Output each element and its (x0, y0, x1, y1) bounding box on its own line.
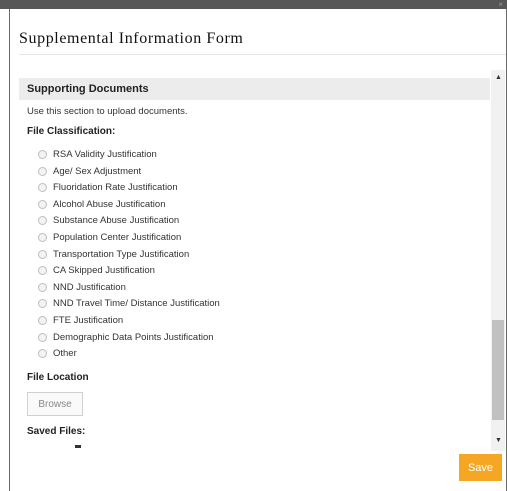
radio-button[interactable] (38, 232, 47, 242)
radio-label: FTE Justification (53, 314, 124, 326)
radio-alcohol-abuse[interactable]: Alcohol Abuse Justification (38, 197, 165, 211)
dialog-left-border (9, 9, 10, 491)
radio-other[interactable]: Other (38, 346, 77, 360)
close-icon[interactable]: × (498, 0, 503, 9)
radio-substance-abuse[interactable]: Substance Abuse Justification (38, 213, 179, 227)
section-header: Supporting Documents (19, 78, 490, 100)
scrollbar-thumb[interactable] (492, 320, 504, 420)
radio-button[interactable] (38, 166, 47, 176)
radio-label: Substance Abuse Justification (53, 214, 180, 226)
radio-button[interactable] (38, 298, 47, 308)
radio-label: CA Skipped Justification (53, 264, 155, 276)
scroll-up-icon[interactable]: ▲ (495, 74, 502, 82)
radio-button[interactable] (38, 332, 47, 342)
radio-population-center[interactable]: Population Center Justification (38, 230, 181, 244)
radio-label: NND Justification (53, 281, 126, 293)
browse-button[interactable]: Browse (27, 392, 83, 416)
radio-fte[interactable]: FTE Justification (38, 313, 123, 327)
radio-button[interactable] (38, 199, 47, 209)
form-scroll-area[interactable]: Supporting Documents Use this section to… (19, 70, 505, 451)
radio-button[interactable] (38, 315, 47, 325)
radio-button[interactable] (38, 182, 47, 192)
radio-label: Transportation Type Justification (53, 248, 190, 260)
radio-nnd[interactable]: NND Justification (38, 280, 126, 294)
radio-nnd-travel-time[interactable]: NND Travel Time/ Distance Justification (38, 296, 220, 310)
title-divider (19, 54, 506, 55)
section-description: Use this section to upload documents. (27, 106, 188, 117)
dialog-top-bar: × (0, 0, 507, 9)
radio-ca-skipped[interactable]: CA Skipped Justification (38, 263, 155, 277)
radio-label: Age/ Sex Adjustment (53, 165, 142, 177)
section-header-title: Supporting Documents (27, 83, 149, 95)
scroll-down-icon[interactable]: ▼ (495, 437, 502, 445)
radio-label: Demographic Data Points Justification (53, 331, 214, 343)
radio-label: Population Center Justification (53, 231, 182, 243)
radio-age-sex[interactable]: Age/ Sex Adjustment (38, 164, 141, 178)
radio-label: Other (53, 347, 77, 359)
radio-demographic-data[interactable]: Demographic Data Points Justification (38, 330, 214, 344)
radio-button[interactable] (38, 149, 47, 159)
radio-button[interactable] (38, 265, 47, 275)
dialog-title: Supplemental Information Form (19, 30, 244, 47)
radio-button[interactable] (38, 348, 47, 358)
saved-files-label: Saved Files: (27, 426, 86, 437)
radio-button[interactable] (38, 282, 47, 292)
radio-label: Alcohol Abuse Justification (53, 198, 166, 210)
radio-label: NND Travel Time/ Distance Justification (53, 297, 220, 309)
radio-fluoridation[interactable]: Fluoridation Rate Justification (38, 180, 178, 194)
radio-label: RSA Validity Justification (53, 148, 157, 160)
save-button[interactable]: Save (459, 454, 502, 481)
file-location-label: File Location (27, 372, 89, 383)
radio-button[interactable] (38, 249, 47, 259)
radio-transportation-type[interactable]: Transportation Type Justification (38, 247, 189, 261)
radio-button[interactable] (38, 215, 47, 225)
saved-file-item (75, 445, 81, 448)
radio-rsa-validity[interactable]: RSA Validity Justification (38, 147, 157, 161)
file-classification-label: File Classification: (27, 126, 116, 137)
radio-label: Fluoridation Rate Justification (53, 181, 178, 193)
